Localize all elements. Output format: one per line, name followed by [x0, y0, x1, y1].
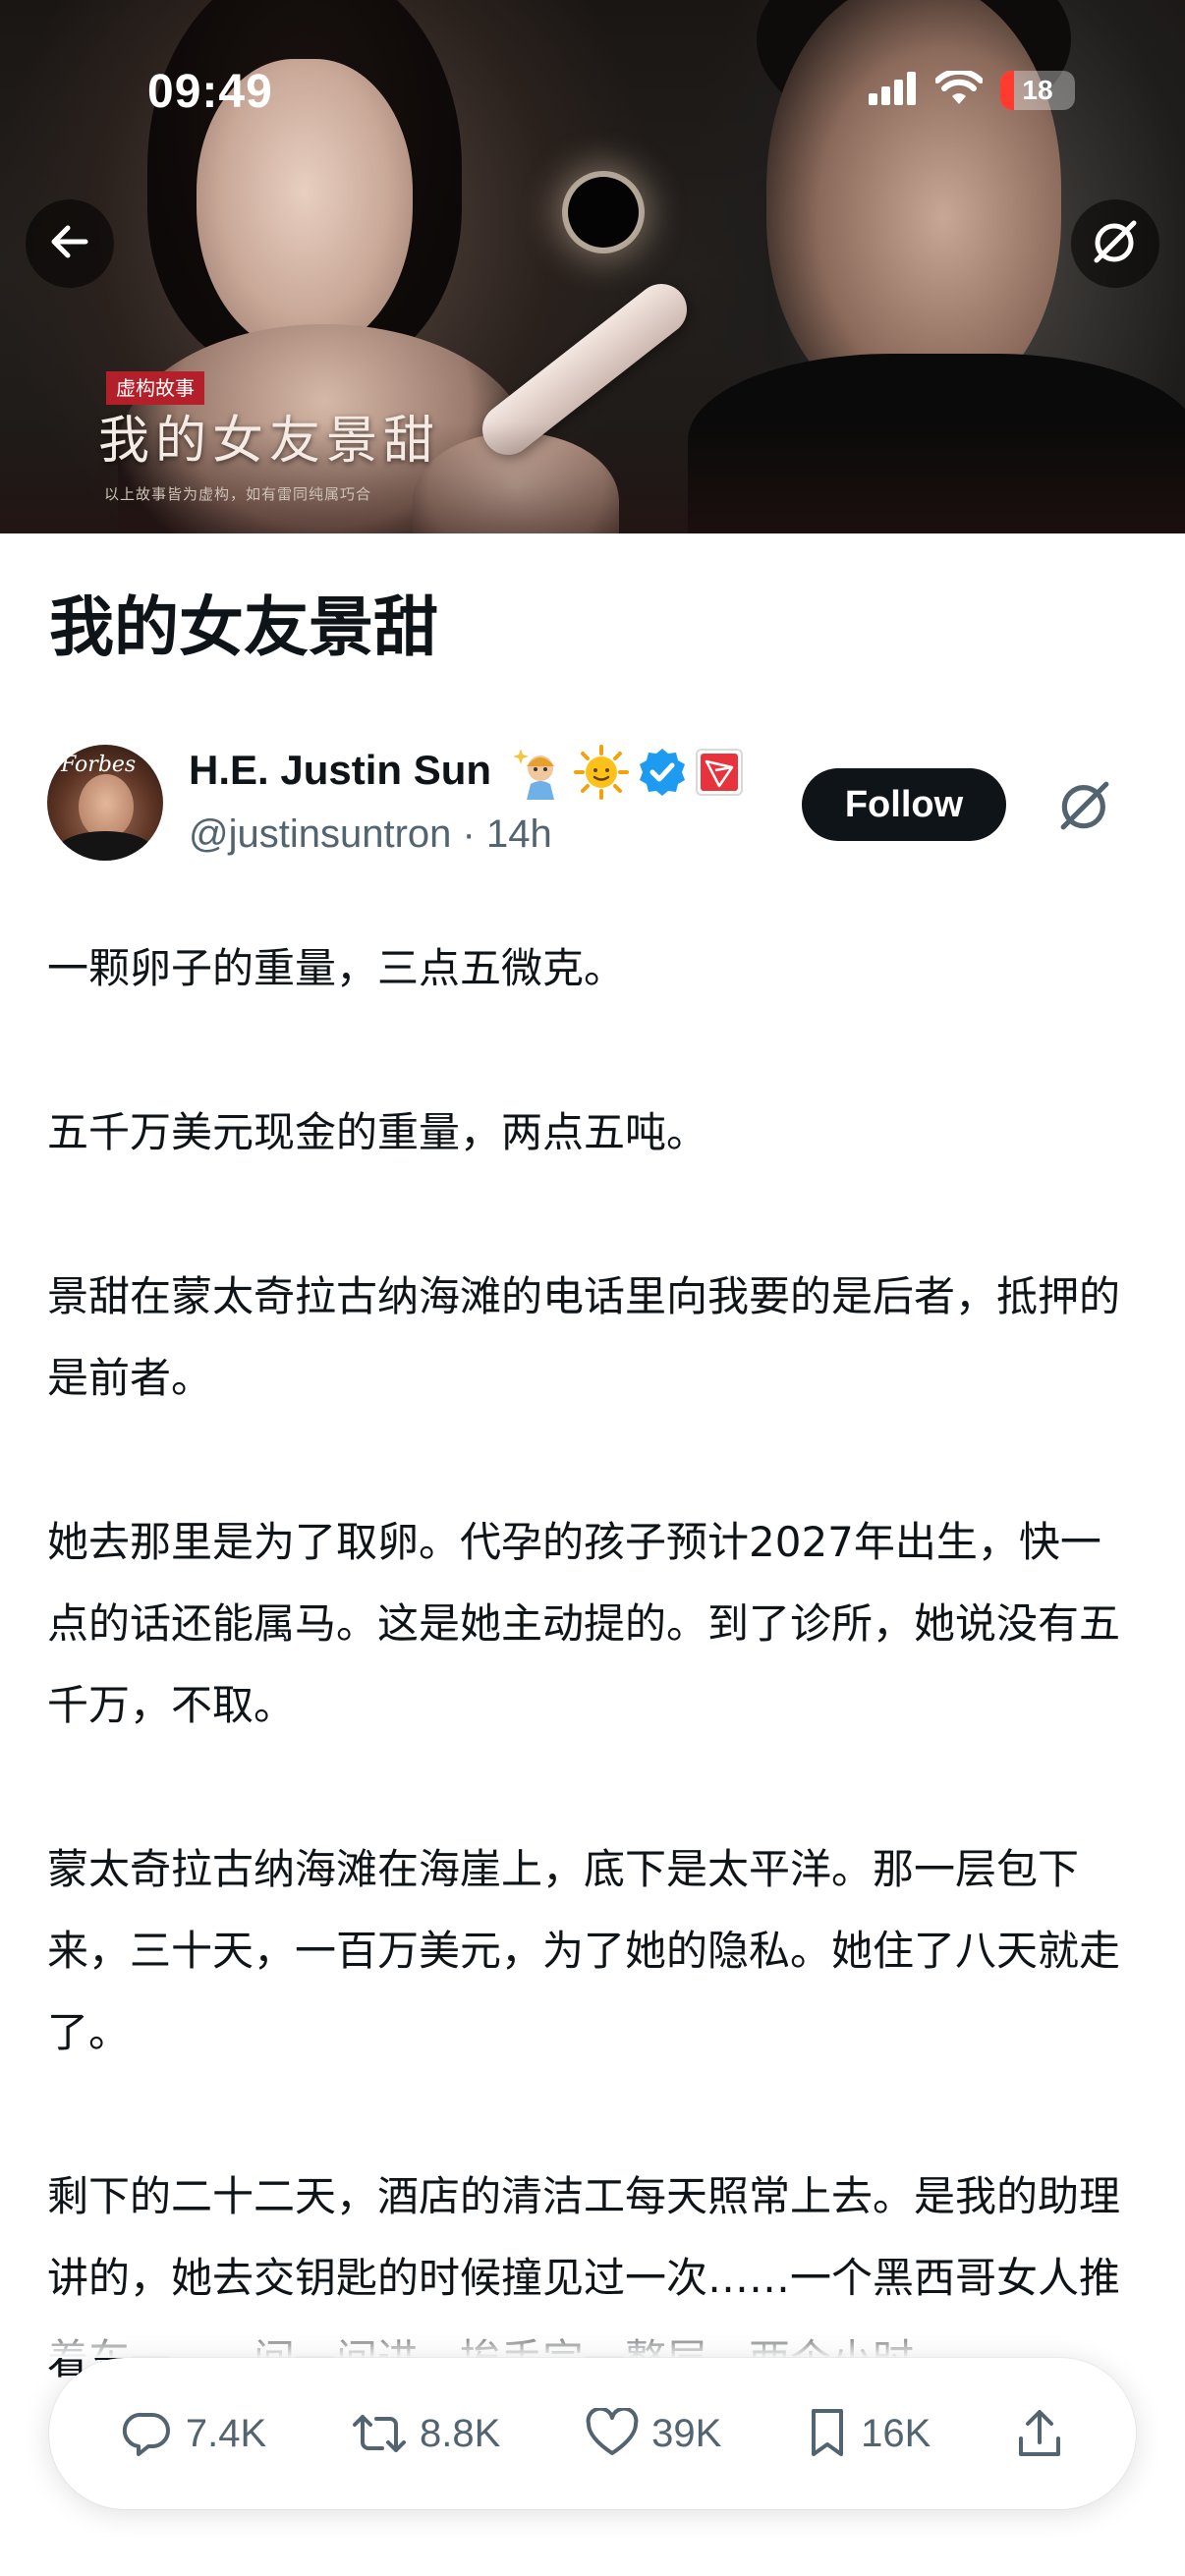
article-title: 我的女友景甜 — [49, 589, 438, 665]
verified-icon[interactable] — [637, 747, 688, 802]
grok-icon — [1054, 775, 1115, 840]
share-icon — [1015, 2407, 1064, 2460]
avatar-suit — [57, 831, 153, 861]
avatar-forbes-text: Forbes — [61, 753, 137, 777]
article-paragraph: 一颗卵子的重量，三点五微克。 — [47, 944, 626, 992]
article-paragraph: 景甜在蒙太奇拉古纳海滩的电话里向我要的是后者，抵押的是前者。 — [47, 1272, 1121, 1402]
poster-title: 我的女友景甜 — [98, 412, 441, 471]
cover-eclipse — [568, 177, 639, 248]
article-body: 一颗卵子的重量，三点五微克。 五千万美元现金的重量，两点五吨。 景甜在蒙太奇拉古… — [47, 927, 1138, 2483]
repost-button[interactable]: 8.8K — [351, 2407, 500, 2460]
like-button[interactable]: 39K — [585, 2408, 721, 2459]
avatar-face — [79, 774, 134, 839]
battery-icon: 18 — [1000, 71, 1075, 110]
signal-icon — [869, 72, 918, 109]
author-badges — [511, 745, 743, 804]
reply-icon — [121, 2407, 174, 2460]
wifi-icon — [934, 68, 984, 110]
emoji-sun-icon — [574, 745, 629, 804]
bookmark-button[interactable]: 16K — [806, 2407, 931, 2460]
article-paragraph: 五千万美元现金的重量，两点五吨。 — [47, 1108, 708, 1156]
follow-button[interactable]: Follow — [802, 768, 1006, 841]
like-icon — [585, 2408, 640, 2459]
action-bar-fade — [0, 2319, 1185, 2358]
avatar[interactable]: Forbes — [47, 745, 163, 861]
author-name[interactable]: H.E. Justin Sun — [189, 743, 491, 798]
author-meta: @justinsuntron · 14h — [189, 808, 552, 861]
poster-tag: 虚构故事 — [106, 371, 204, 405]
reply-count: 7.4K — [185, 2411, 267, 2455]
repost-icon — [351, 2407, 408, 2460]
back-button[interactable] — [26, 199, 114, 288]
status-icons: 18 — [869, 68, 1075, 110]
meta-separator: · — [451, 812, 486, 856]
tron-icon[interactable] — [696, 749, 743, 800]
post-time[interactable]: 14h — [486, 812, 552, 856]
article-paragraph: 她去那里是为了取卵。代孕的孩子预计2027年出生，快一点的话还能属马。这是她主动… — [47, 1518, 1121, 1729]
action-bar: 7.4K 8.8K 39K 16K — [49, 2358, 1136, 2509]
emoji-genie-icon — [511, 745, 566, 804]
battery-level: 18 — [1022, 75, 1053, 105]
article-paragraph: 蒙太奇拉古纳海滩在海崖上，底下是太平洋。那一层包下来，三十天，一百万美元，为了她… — [47, 1845, 1121, 2056]
poster-subtitle: 以上故事皆为虚构，如有雷同纯属巧合 — [104, 485, 372, 503]
share-button[interactable] — [1015, 2407, 1064, 2460]
grok-analyze-button[interactable] — [1049, 772, 1120, 843]
status-time: 09:49 — [147, 66, 273, 118]
like-count: 39K — [651, 2411, 722, 2455]
bookmark-count: 16K — [861, 2411, 931, 2455]
cover-man-head — [766, 0, 1061, 413]
bookmark-icon — [806, 2407, 849, 2460]
grok-icon — [1089, 215, 1142, 272]
back-arrow-icon — [46, 218, 93, 269]
repost-count: 8.8K — [420, 2411, 501, 2455]
grok-button[interactable] — [1071, 199, 1159, 288]
author-handle[interactable]: @justinsuntron — [189, 812, 451, 856]
reply-button[interactable]: 7.4K — [121, 2407, 266, 2460]
